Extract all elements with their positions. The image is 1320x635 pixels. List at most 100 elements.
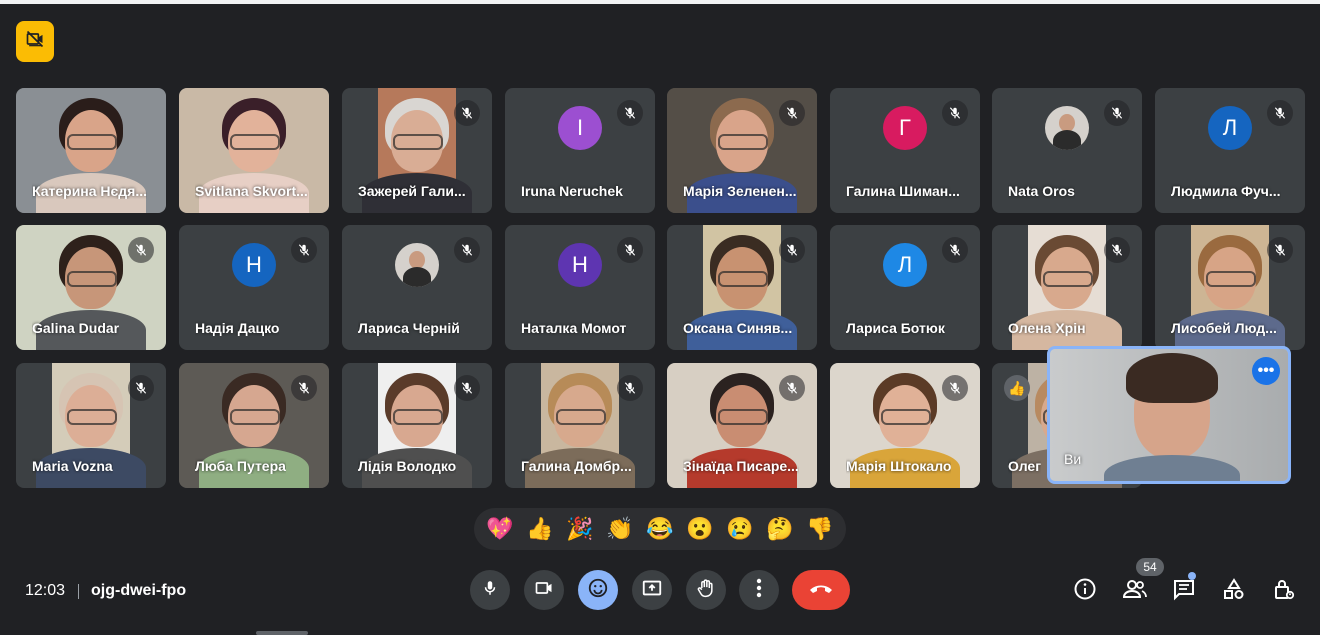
participant-tile[interactable]: Лідія Володко [342, 363, 492, 488]
participant-tile[interactable]: Оксана Синяв... [667, 225, 817, 350]
reaction-button[interactable]: 🤔 [766, 518, 793, 540]
reaction-button[interactable]: 😂 [646, 518, 673, 540]
participant-tile[interactable]: Катерина Нєдя... [16, 88, 166, 213]
participant-photo-avatar [1045, 106, 1089, 150]
participant-name: Надія Дацко [195, 320, 280, 336]
reaction-button[interactable]: 👎 [806, 518, 833, 540]
participant-name: Люба Путера [195, 458, 286, 474]
info-icon [1073, 577, 1097, 606]
participant-tile[interactable]: Зажерей Гали... [342, 88, 492, 213]
meeting-time: 12:03 [25, 582, 66, 599]
reaction-button[interactable]: 💖 [486, 518, 513, 540]
participant-tile[interactable]: I Iruna Neruchek [505, 88, 655, 213]
participant-name: Людмила Фуч... [1171, 183, 1281, 199]
reaction-button[interactable]: 🎉 [566, 518, 593, 540]
activities-icon [1222, 577, 1246, 606]
mic-off-icon [779, 237, 805, 263]
participant-name: Оксана Синяв... [683, 320, 793, 336]
participant-name: Nata Oros [1008, 183, 1075, 199]
participant-name: Наталка Момот [521, 320, 627, 336]
mic-off-icon [942, 100, 968, 126]
chat-notification-dot [1188, 572, 1196, 580]
participant-avatar: Л [1208, 106, 1252, 150]
participant-tile[interactable]: Svitlana Skvort... [179, 88, 329, 213]
participant-name: Iruna Neruchek [521, 183, 623, 199]
participant-tile[interactable]: Марія Штокало [830, 363, 980, 488]
participant-avatar: Н [232, 243, 276, 287]
present-icon [641, 577, 663, 604]
mic-off-icon [617, 375, 643, 401]
participant-tile[interactable]: Л Лариса Ботюк [830, 225, 980, 350]
emoji-button[interactable] [578, 570, 618, 610]
chat-button[interactable] [1169, 576, 1199, 606]
participant-name: Олена Хрін [1008, 320, 1086, 336]
call-end-icon [808, 581, 834, 600]
more-options-menu-button[interactable] [739, 570, 779, 610]
no-video-badge[interactable] [16, 21, 54, 62]
raise-hand-button[interactable] [686, 570, 726, 610]
participant-tile[interactable]: Лисобей Люд... [1155, 225, 1305, 350]
participant-tile[interactable]: Н Надія Дацко [179, 225, 329, 350]
participant-tile[interactable]: Н Наталка Момот [505, 225, 655, 350]
self-hair [1126, 353, 1218, 403]
mic-off-icon [454, 375, 480, 401]
chat-icon [1172, 577, 1196, 606]
participant-name: Svitlana Skvort... [195, 183, 308, 199]
present-button[interactable] [632, 570, 672, 610]
reaction-button[interactable]: 😮 [686, 518, 713, 540]
window-top-border [0, 0, 1320, 4]
participant-count-badge: 54 [1136, 558, 1164, 576]
participant-tile[interactable]: Люба Путера [179, 363, 329, 488]
meeting-info-button[interactable] [1070, 576, 1100, 606]
participant-tile[interactable]: Лариса Черній [342, 225, 492, 350]
camera-button[interactable] [524, 570, 564, 610]
leave-call-button[interactable] [792, 570, 850, 610]
participant-photo-avatar [395, 243, 439, 287]
meeting-code: ojg-dwei-fpo [91, 582, 187, 599]
activities-button[interactable] [1219, 576, 1249, 606]
reaction-button[interactable]: 👏 [606, 518, 633, 540]
participant-name: Galina Dudar [32, 320, 120, 336]
people-button[interactable] [1120, 576, 1150, 606]
camera-off-icon [25, 29, 45, 54]
mic-off-icon [291, 237, 317, 263]
more-options-button[interactable]: ••• [1252, 357, 1280, 385]
participant-tile[interactable]: Nata Oros [992, 88, 1142, 213]
participant-name: Галина Домбр... [521, 458, 632, 474]
participant-name: Maria Vozna [32, 458, 113, 474]
participant-tile[interactable]: Олена Хрін [992, 225, 1142, 350]
lock-person-icon [1272, 577, 1296, 606]
mic-off-icon [291, 375, 317, 401]
participant-tile[interactable]: Maria Vozna [16, 363, 166, 488]
people-icon [1122, 577, 1148, 606]
participant-tile[interactable]: Г Галина Шиман... [830, 88, 980, 213]
participant-tile[interactable]: Галина Домбр... [505, 363, 655, 488]
participant-name: Лідія Володко [358, 458, 457, 474]
participant-tile[interactable]: Л Людмила Фуч... [1155, 88, 1305, 213]
reaction-thumbs-up-icon: 👍 [1004, 375, 1030, 401]
more-options-label: ••• [1257, 362, 1275, 379]
participant-tile[interactable]: Зінаїда Писаре... [667, 363, 817, 488]
reaction-button[interactable]: 😢 [726, 518, 753, 540]
hand-icon [696, 577, 716, 604]
participant-tile[interactable]: Марія Зеленен... [667, 88, 817, 213]
reaction-button[interactable]: 👍 [526, 518, 553, 540]
emoji-icon [587, 577, 609, 604]
mic-button[interactable] [470, 570, 510, 610]
mic-off-icon [454, 237, 480, 263]
self-view-tile[interactable]: ••• Ви [1047, 346, 1291, 484]
participant-avatar: Л [883, 243, 927, 287]
host-controls-button[interactable] [1269, 576, 1299, 606]
mic-off-icon [779, 375, 805, 401]
participant-tile[interactable]: Galina Dudar [16, 225, 166, 350]
participant-name: Олег [1008, 458, 1042, 474]
participant-avatar: Г [883, 106, 927, 150]
mic-off-icon [942, 237, 968, 263]
participant-name: Марія Штокало [846, 458, 952, 474]
mic-off-icon [454, 100, 480, 126]
mic-off-icon [1267, 100, 1293, 126]
participant-name: Галина Шиман... [846, 183, 960, 199]
participant-name: Лариса Ботюк [846, 320, 945, 336]
mic-off-icon [617, 100, 643, 126]
reaction-bar: 💖 👍 🎉 👏 😂 😮 😢 🤔 👎 [474, 508, 846, 550]
